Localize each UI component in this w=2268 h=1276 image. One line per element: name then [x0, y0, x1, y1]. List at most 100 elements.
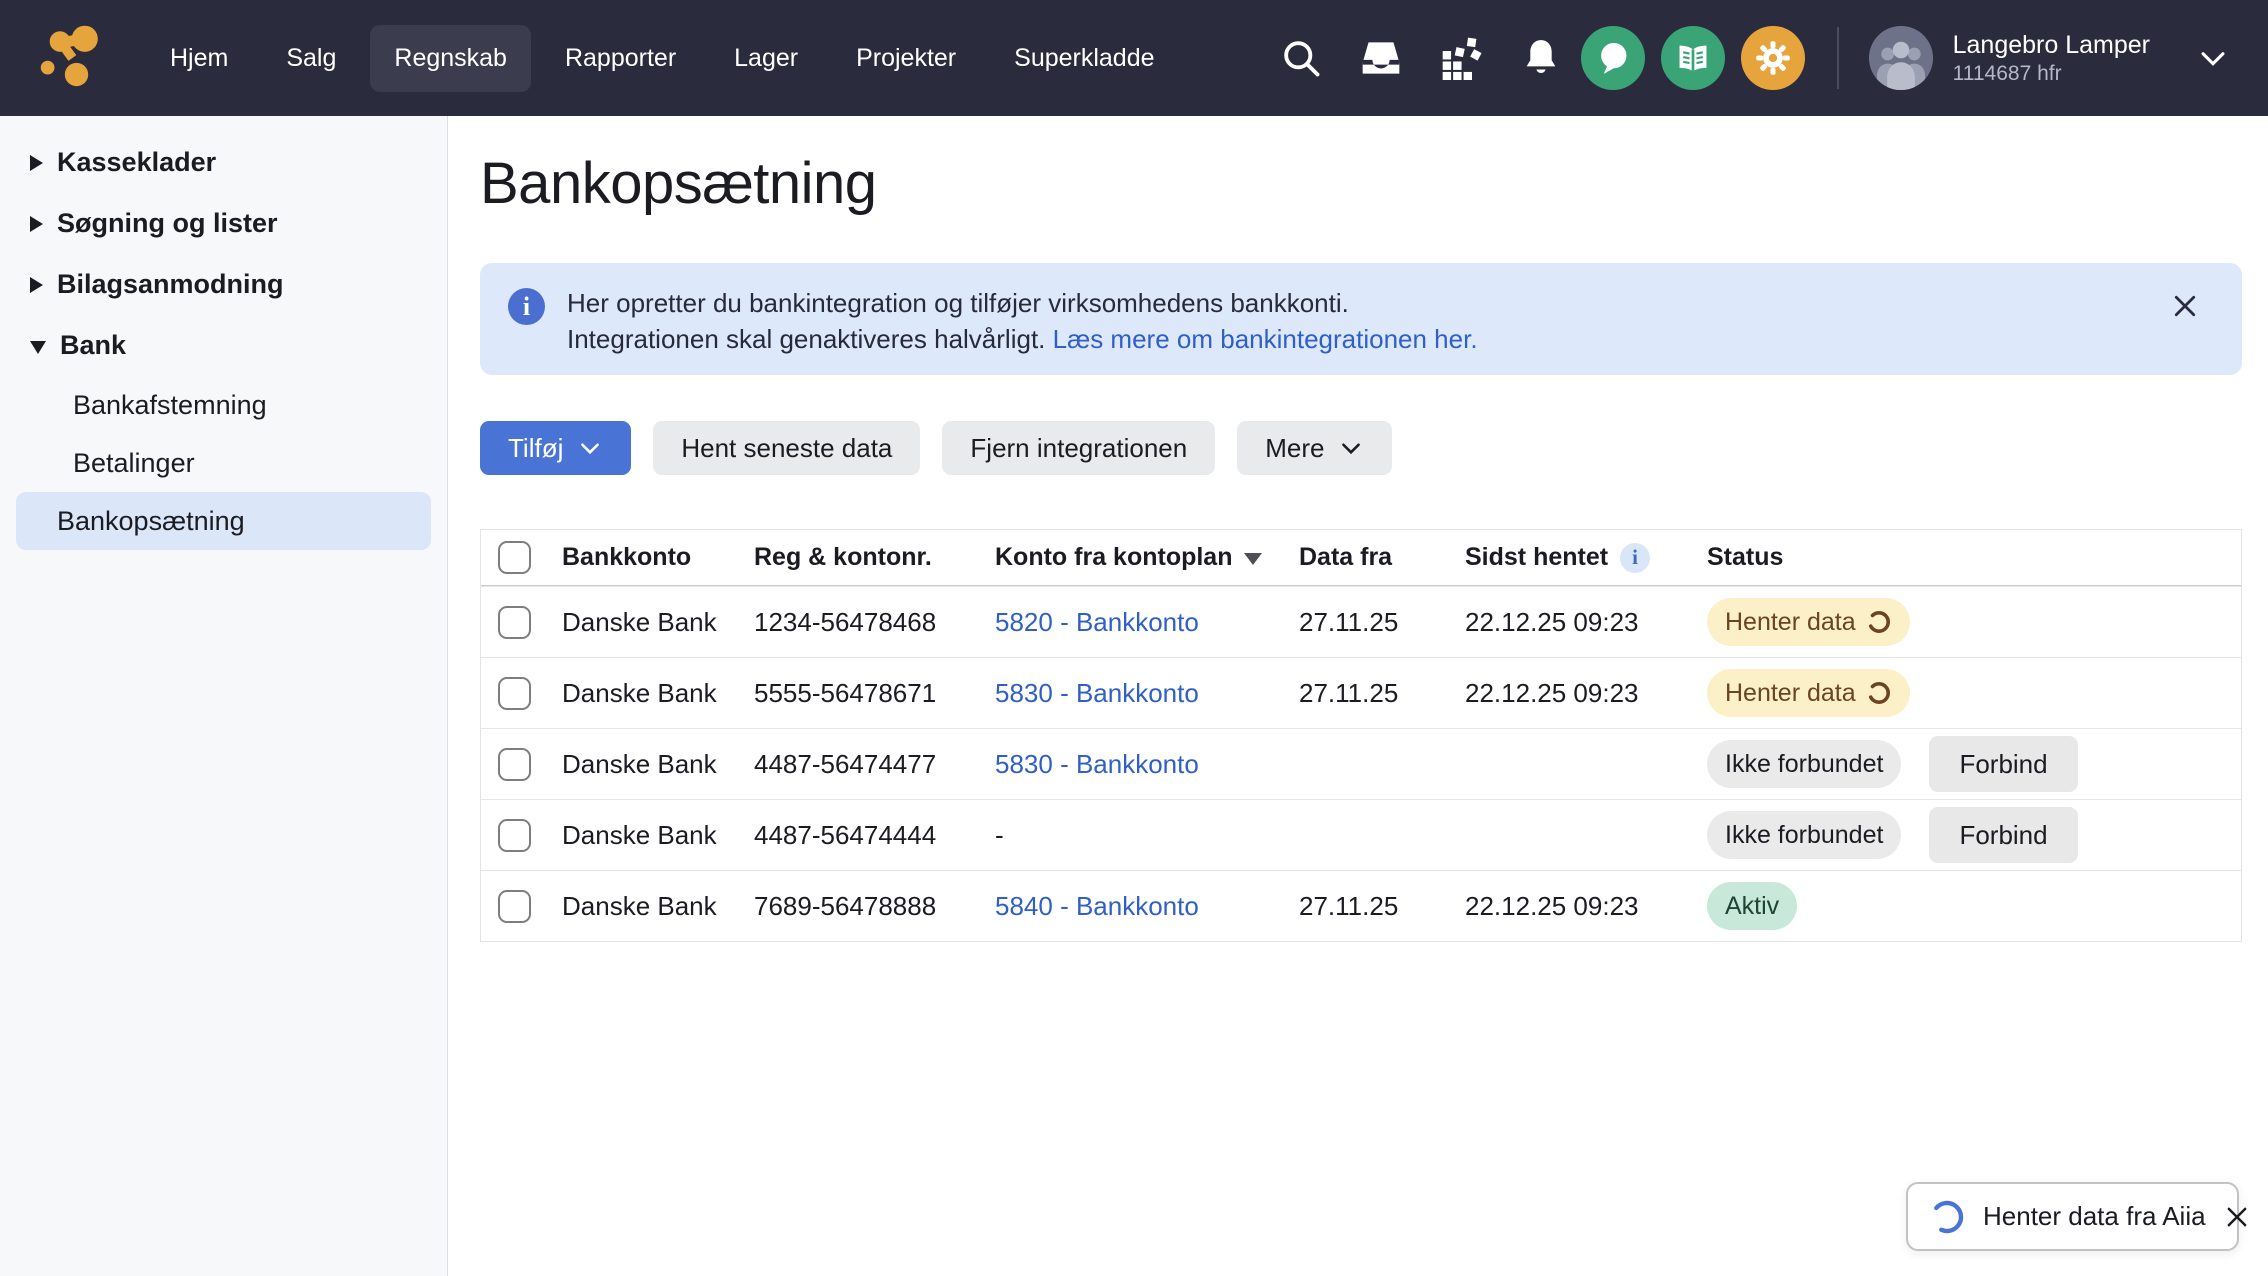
table-row: Danske Bank4487-56474444-Ikke forbundetF…	[481, 799, 2241, 870]
data-from-date: 27.11.25	[1299, 607, 1465, 638]
banner-link[interactable]: Læs mere om bankintegrationen her.	[1053, 324, 1478, 354]
bank-name: Danske Bank	[562, 891, 754, 922]
status-badge: Ikke forbundet	[1707, 740, 1901, 788]
search-icon[interactable]	[1277, 34, 1325, 82]
add-button[interactable]: Tilføj	[480, 421, 631, 475]
sidebar-group-label: Søgning og lister	[57, 208, 278, 239]
header-data-fra[interactable]: Data fra	[1299, 543, 1465, 572]
sidebar-navigation: Kasseklader Søgning og lister Bilagsanmodn…	[0, 116, 448, 1276]
header-konto-fra-kontoplan[interactable]: Konto fra kontoplan	[995, 543, 1299, 572]
nav-item-superkladde[interactable]: Superkladde	[990, 25, 1178, 92]
sidebar-group-label: Kasseklader	[57, 147, 216, 178]
nav-item-projekter[interactable]: Projekter	[832, 25, 980, 92]
main-content: Bankopsætning i Her opretter du bankinte…	[448, 116, 2268, 1276]
loading-spinner-icon	[1866, 680, 1892, 706]
data-from-date: 27.11.25	[1299, 678, 1465, 709]
sidebar-item-bankafstemning[interactable]: Bankafstemning	[16, 376, 431, 434]
loading-spinner-icon	[1866, 609, 1892, 635]
chevron-right-icon	[30, 277, 43, 293]
notifications-bell-icon[interactable]	[1517, 34, 1565, 82]
table-row: Danske Bank7689-564788885840 - Bankkonto…	[481, 870, 2241, 941]
row-checkbox[interactable]	[498, 606, 531, 639]
connect-button[interactable]: Forbind	[1929, 807, 2077, 863]
toast-close-icon[interactable]	[2223, 1203, 2251, 1231]
sidebar-item-betalinger[interactable]: Betalinger	[16, 434, 431, 492]
nav-item-rapporter[interactable]: Rapporter	[541, 25, 700, 92]
user-name: Langebro Lamper	[1953, 29, 2150, 61]
fetch-latest-data-button[interactable]: Hent seneste data	[653, 421, 920, 475]
sidebar-item-bankops-tning[interactable]: Bankopsætning	[16, 492, 431, 550]
account-number: 4487-56474444	[754, 820, 995, 851]
account-number: 1234-56478468	[754, 607, 995, 638]
user-org-number: 1114687 hfr	[1953, 61, 2150, 87]
chevron-down-icon	[30, 341, 46, 354]
row-checkbox[interactable]	[498, 819, 531, 852]
toast-notification: Henter data fra Aiia	[1906, 1182, 2239, 1251]
connect-button[interactable]: Forbind	[1929, 736, 2077, 792]
row-checkbox[interactable]	[498, 890, 531, 923]
sort-descending-icon	[1244, 553, 1262, 565]
bank-accounts-table: Bankkonto Reg & kontonr. Konto fra konto…	[480, 529, 2242, 942]
last-fetched-timestamp: 22.12.25 09:23	[1465, 607, 1707, 638]
nav-item-lager[interactable]: Lager	[710, 25, 822, 92]
chevron-down-icon[interactable]	[2196, 41, 2230, 75]
sidebar-group-s-gning-og-lister[interactable]: Søgning og lister	[0, 193, 447, 254]
chart-account-empty: -	[995, 820, 1299, 851]
info-banner: i Her opretter du bankintegration og til…	[480, 263, 2242, 375]
chart-account-link[interactable]: 5820 - Bankkonto	[995, 607, 1199, 637]
chart-account-link[interactable]: 5830 - Bankkonto	[995, 749, 1199, 779]
account-number: 4487-56474477	[754, 749, 995, 780]
inbox-icon[interactable]	[1357, 34, 1405, 82]
row-checkbox[interactable]	[498, 748, 531, 781]
user-menu[interactable]: Langebro Lamper 1114687 hfr	[1953, 29, 2150, 87]
banner-close-icon[interactable]	[2170, 291, 2200, 321]
header-sidst-hentet[interactable]: Sidst hentet i	[1465, 543, 1707, 573]
header-status[interactable]: Status	[1707, 543, 2241, 572]
status-badge: Henter data	[1707, 669, 1910, 717]
bank-name: Danske Bank	[562, 749, 754, 780]
table-header-row: Bankkonto Reg & kontonr. Konto fra konto…	[481, 530, 2241, 586]
bank-name: Danske Bank	[562, 678, 754, 709]
nav-item-hjem[interactable]: Hjem	[146, 25, 252, 92]
chart-account-link[interactable]: 5830 - Bankkonto	[995, 678, 1199, 708]
row-checkbox[interactable]	[498, 677, 531, 710]
app-logo[interactable]	[38, 25, 104, 91]
nav-divider	[1837, 27, 1839, 89]
select-all-checkbox[interactable]	[498, 541, 531, 574]
top-nav-actions: Langebro Lamper 1114687 hfr	[1245, 26, 2230, 90]
header-reg-kontonr[interactable]: Reg & kontonr.	[754, 543, 995, 572]
loading-spinner-icon	[1928, 1198, 1966, 1236]
account-number: 7689-56478888	[754, 891, 995, 922]
sidebar-group-label: Bank	[60, 330, 126, 361]
page-title: Bankopsætning	[480, 150, 2242, 217]
sidebar-group-bank[interactable]: Bank	[0, 315, 447, 376]
info-icon: i	[508, 288, 545, 325]
chat-support-icon[interactable]	[1581, 26, 1645, 90]
user-avatar[interactable]	[1869, 26, 1933, 90]
banner-text: Her opretter du bankintegration og tilfø…	[567, 285, 1478, 357]
sidebar-group-bilagsanmodning[interactable]: Bilagsanmodning	[0, 254, 447, 315]
nav-item-salg[interactable]: Salg	[262, 25, 360, 92]
chevron-down-icon	[1338, 435, 1364, 461]
last-fetched-timestamp: 22.12.25 09:23	[1465, 678, 1707, 709]
apps-grid-icon[interactable]	[1437, 34, 1485, 82]
sidebar-group-kasseklader[interactable]: Kasseklader	[0, 132, 447, 193]
last-fetched-timestamp: 22.12.25 09:23	[1465, 891, 1707, 922]
data-from-date: 27.11.25	[1299, 891, 1465, 922]
sidebar-group-label: Bilagsanmodning	[57, 269, 284, 300]
top-navigation: HjemSalgRegnskabRapporterLagerProjekterS…	[0, 0, 2268, 116]
more-button[interactable]: Mere	[1237, 421, 1392, 475]
settings-gear-icon[interactable]	[1741, 26, 1805, 90]
table-row: Danske Bank1234-564784685820 - Bankkonto…	[481, 586, 2241, 657]
toast-text: Henter data fra Aiia	[1983, 1201, 2206, 1232]
help-book-icon[interactable]	[1661, 26, 1725, 90]
chart-account-link[interactable]: 5840 - Bankkonto	[995, 891, 1199, 921]
remove-integration-button[interactable]: Fjern integrationen	[942, 421, 1215, 475]
nav-item-regnskab[interactable]: Regnskab	[370, 25, 531, 92]
status-badge: Henter data	[1707, 598, 1910, 646]
table-row: Danske Bank4487-564744775830 - Bankkonto…	[481, 728, 2241, 799]
status-badge: Ikke forbundet	[1707, 811, 1901, 859]
info-icon[interactable]: i	[1620, 543, 1650, 573]
header-bankkonto[interactable]: Bankkonto	[562, 543, 754, 572]
chevron-right-icon	[30, 155, 43, 171]
